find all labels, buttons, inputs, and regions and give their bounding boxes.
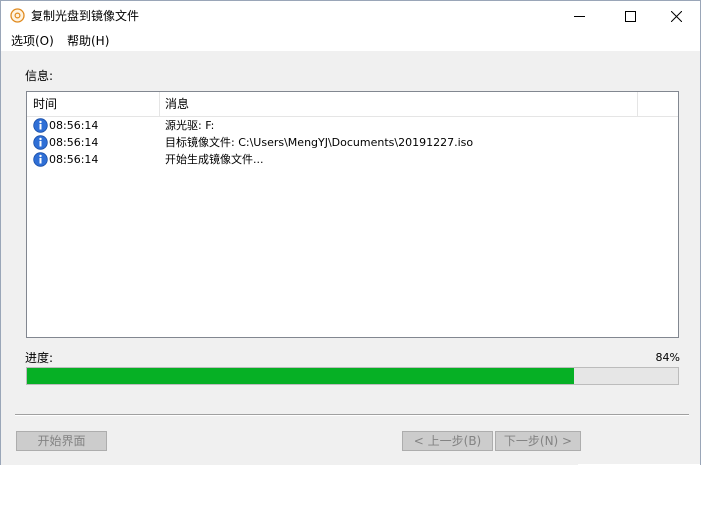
- home-button[interactable]: 开始界面: [16, 431, 107, 451]
- close-icon: [670, 11, 682, 22]
- close-button[interactable]: [651, 1, 701, 32]
- window-title: 复制光盘到镜像文件: [31, 9, 140, 23]
- row-message: 目标镜像文件: C:\Users\MengYJ\Documents\201912…: [165, 136, 474, 149]
- maximize-icon: [624, 11, 636, 22]
- list-item[interactable]: 08:56:14 开始生成镜像文件...: [27, 152, 678, 169]
- menu-options[interactable]: 选项(O): [10, 33, 55, 49]
- list-header: 时间 消息: [27, 92, 678, 117]
- info-icon: [33, 152, 48, 167]
- progress-label: 进度:: [25, 351, 54, 365]
- maximize-button[interactable]: [605, 1, 655, 32]
- disc-icon: [10, 8, 25, 23]
- back-button[interactable]: < 上一步(B): [402, 431, 493, 451]
- row-time: 08:56:14: [49, 136, 99, 149]
- overlay-patch: [578, 464, 700, 515]
- progress-bar: [26, 367, 679, 385]
- list-item[interactable]: 08:56:14 目标镜像文件: C:\Users\MengYJ\Documen…: [27, 135, 678, 152]
- row-time: 08:56:14: [49, 153, 99, 166]
- info-icon: [33, 135, 48, 150]
- title-bar[interactable]: 复制光盘到镜像文件: [1, 1, 700, 32]
- minimize-button[interactable]: [554, 1, 604, 32]
- list-item[interactable]: 08:56:14 源光驱: F:: [27, 118, 678, 135]
- row-time: 08:56:14: [49, 119, 99, 132]
- column-header-time[interactable]: 时间: [27, 92, 159, 116]
- dialog-body: 信息: 时间 消息 08:56:14 源光驱: F: 08:56:14 目标镜像…: [1, 51, 700, 515]
- menu-bar: 选项(O) 帮助(H): [1, 32, 700, 51]
- menu-help[interactable]: 帮助(H): [66, 33, 110, 49]
- row-message: 源光驱: F:: [165, 119, 215, 132]
- minimize-icon: [573, 16, 585, 17]
- divider: [15, 415, 689, 416]
- row-message: 开始生成镜像文件...: [165, 153, 264, 166]
- dialog-window: 复制光盘到镜像文件 选项(O) 帮助(H) 信息: 时间 消息 08:56:14…: [0, 0, 701, 515]
- message-list[interactable]: 时间 消息 08:56:14 源光驱: F: 08:56:14 目标镜像文件: …: [26, 91, 679, 338]
- progress-percent: 84%: [655, 351, 680, 364]
- progress-fill: [27, 368, 574, 384]
- next-button[interactable]: 下一步(N) >: [495, 431, 581, 451]
- column-header-message[interactable]: 消息: [159, 92, 637, 116]
- info-icon: [33, 118, 48, 133]
- info-label: 信息:: [25, 69, 54, 83]
- column-divider[interactable]: [637, 92, 638, 116]
